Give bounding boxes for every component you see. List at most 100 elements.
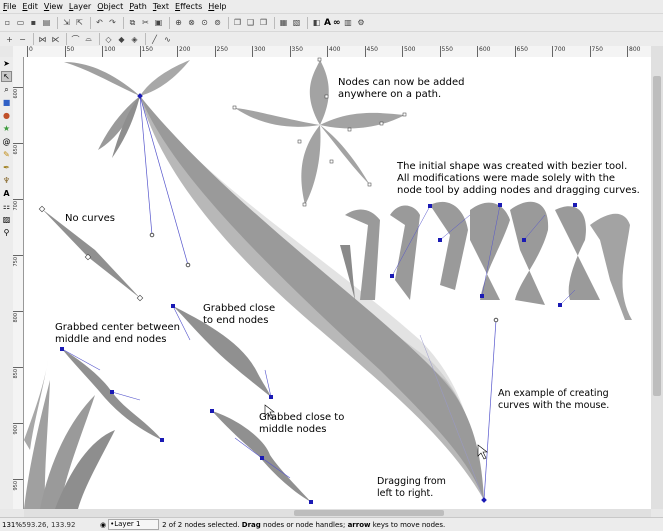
- ruler-tick-label: 800: [629, 46, 641, 53]
- ruler-tick: [139, 46, 141, 57]
- text-font-icon[interactable]: A: [324, 18, 331, 28]
- ruler-tick-label: 750: [591, 46, 603, 53]
- clone-icon[interactable]: ❑: [245, 17, 256, 28]
- copy-icon[interactable]: ⧉: [127, 17, 138, 28]
- status-text: keys to move nodes.: [372, 520, 446, 529]
- cut-icon[interactable]: ✂: [140, 17, 151, 28]
- ruler-tick-label: 950: [13, 481, 19, 491]
- zoom-drawing-icon[interactable]: ⊗: [186, 17, 197, 28]
- pen-tool-icon[interactable]: ✒: [1, 162, 12, 173]
- insert-node-icon[interactable]: +: [4, 34, 15, 45]
- export-icon[interactable]: ⇱: [74, 17, 85, 28]
- menu-file[interactable]: File: [0, 0, 19, 13]
- redo-icon[interactable]: ↷: [107, 17, 118, 28]
- menu-text[interactable]: Text: [150, 0, 172, 13]
- selected-node: [309, 500, 313, 504]
- status-text-bold: Drag: [241, 520, 261, 529]
- ruler-tick: [13, 199, 23, 200]
- ruler-tick-label: 450: [366, 46, 378, 53]
- ruler-tick: [252, 46, 253, 57]
- align-icon[interactable]: ▥: [342, 17, 353, 28]
- separator: [123, 16, 124, 29]
- join-segment-icon[interactable]: ⌒: [70, 34, 81, 45]
- node-tool-controls: + − ⋈ ⋉ ⌒ ⌓ ◇ ◆ ◈ ╱ ∿: [0, 31, 663, 46]
- menu-effects[interactable]: Effects: [172, 0, 205, 13]
- preferences-icon[interactable]: ⚙: [355, 17, 366, 28]
- undo-icon[interactable]: ↶: [94, 17, 105, 28]
- ruler-tick: [13, 423, 23, 424]
- ruler-tick: [13, 311, 23, 312]
- flower-petal: [301, 125, 321, 205]
- zoom-selection-icon[interactable]: ⊕: [173, 17, 184, 28]
- symmetric-node-icon[interactable]: ◈: [129, 34, 140, 45]
- import-icon[interactable]: ⇲: [61, 17, 72, 28]
- ruler-tick-label: 700: [13, 201, 19, 211]
- unlink-clone-icon[interactable]: ❒: [258, 17, 269, 28]
- print-icon[interactable]: ▤: [41, 17, 52, 28]
- selected-node: [260, 456, 264, 460]
- zoom-level[interactable]: 131%: [0, 521, 22, 529]
- zoom-width-icon[interactable]: ⊚: [212, 17, 223, 28]
- duplicate-icon[interactable]: ❐: [232, 17, 243, 28]
- rectangle-tool-icon[interactable]: ■: [1, 97, 12, 108]
- command-toolbar: ▫ ▭ ▪ ▤ ⇲ ⇱ ↶ ↷ ⧉ ✂ ▣ ⊕ ⊗ ⊙ ⊚ ❐ ❑ ❒ ▦ ▧ …: [0, 13, 663, 31]
- group-icon[interactable]: ▦: [278, 17, 289, 28]
- ruler-tick: [514, 46, 516, 57]
- star-tool-icon[interactable]: ★: [1, 123, 12, 134]
- join-nodes-icon[interactable]: ⋈: [37, 34, 48, 45]
- menu-edit[interactable]: Edit: [19, 0, 41, 13]
- node-tool-icon[interactable]: ↖: [1, 71, 12, 82]
- spiral-tool-icon[interactable]: @: [1, 136, 12, 147]
- dropper-tool-icon[interactable]: ⚲: [1, 227, 12, 238]
- paste-icon[interactable]: ▣: [153, 17, 164, 28]
- cusp-node-icon[interactable]: ◇: [103, 34, 114, 45]
- ruler-tick-label: 600: [13, 89, 19, 99]
- ruler-tick-label: 300: [254, 46, 266, 53]
- separator: [274, 16, 275, 29]
- segment-curve-icon[interactable]: ∿: [162, 34, 173, 45]
- selected-node: [210, 409, 214, 413]
- break-path-icon[interactable]: ⋉: [50, 34, 61, 45]
- flower-petal: [235, 108, 320, 127]
- annotation-line: All modifications were made solely with …: [397, 173, 616, 184]
- ellipse-tool-icon[interactable]: ●: [1, 110, 12, 121]
- menu-help[interactable]: Help: [205, 0, 229, 13]
- menu-layer[interactable]: Layer: [66, 0, 94, 13]
- xml-editor-icon[interactable]: ∞: [333, 18, 341, 28]
- ruler-tick-label: 850: [13, 369, 19, 379]
- horizontal-scrollbar[interactable]: [24, 509, 651, 517]
- open-icon[interactable]: ▭: [15, 17, 26, 28]
- zoom-page-icon[interactable]: ⊙: [199, 17, 210, 28]
- layer-eye-icon[interactable]: ◉: [100, 521, 106, 529]
- annotation-no-curves: No curves: [65, 213, 116, 224]
- save-icon[interactable]: ▪: [28, 17, 39, 28]
- ruler-tick-label: 150: [141, 46, 153, 53]
- handle-line: [261, 457, 291, 479]
- ruler-tick-label: 600: [479, 46, 491, 53]
- menu-object[interactable]: Object: [94, 0, 126, 13]
- segment-line-icon[interactable]: ╱: [149, 34, 160, 45]
- text-tool-icon[interactable]: A: [1, 188, 12, 199]
- ungroup-icon[interactable]: ▧: [291, 17, 302, 28]
- fill-stroke-icon[interactable]: ◧: [311, 17, 322, 28]
- selector-tool-icon[interactable]: ➤: [1, 58, 12, 69]
- delete-node-icon[interactable]: −: [17, 34, 28, 45]
- ruler-tick-label: 350: [291, 46, 303, 53]
- drawing-canvas[interactable]: Nodes can now be added anywhere on a pat…: [24, 57, 651, 509]
- menu-view[interactable]: View: [41, 0, 66, 13]
- delete-segment-icon[interactable]: ⌓: [83, 34, 94, 45]
- gradient-tool-icon[interactable]: ▨: [1, 214, 12, 225]
- connector-tool-icon[interactable]: ⚏: [1, 201, 12, 212]
- ruler-tick: [214, 46, 216, 57]
- new-document-icon[interactable]: ▫: [2, 17, 13, 28]
- calligraphy-tool-icon[interactable]: ♆: [1, 175, 12, 186]
- vertical-scrollbar[interactable]: [651, 46, 663, 509]
- menu-bar: File Edit View Layer Object Path Text Ef…: [0, 0, 663, 13]
- smooth-node-icon[interactable]: ◆: [116, 34, 127, 45]
- vertical-scroll-thumb[interactable]: [653, 76, 661, 396]
- menu-path[interactable]: Path: [126, 0, 150, 13]
- zoom-tool-icon[interactable]: ⌕: [1, 84, 12, 95]
- layer-selector[interactable]: •Layer 1: [108, 519, 160, 530]
- pencil-tool-icon[interactable]: ✎: [1, 149, 12, 160]
- horizontal-scroll-thumb[interactable]: [294, 510, 444, 516]
